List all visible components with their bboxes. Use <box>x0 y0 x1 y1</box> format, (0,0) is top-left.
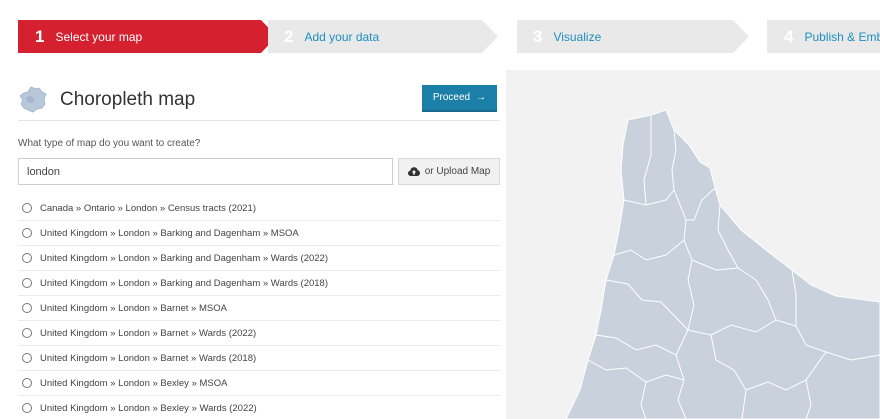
option-label: Canada » Ontario » London » Census tract… <box>40 202 256 214</box>
step-select-map[interactable]: 1 Select your map <box>18 20 277 53</box>
option-label: United Kingdom » London » Bexley » MSOA <box>40 377 228 389</box>
list-item[interactable]: United Kingdom » London » Barking and Da… <box>18 221 500 246</box>
option-label: United Kingdom » London » Bexley » Wards… <box>40 402 257 414</box>
step-number: 2 <box>284 26 294 46</box>
wizard-steps: 1 Select your map 2 Add your data 3 Visu… <box>0 0 880 70</box>
map-region-shape <box>565 109 880 419</box>
map-type-question: What type of map do you want to create? <box>18 138 201 149</box>
radio-button[interactable] <box>22 303 32 313</box>
list-item[interactable]: United Kingdom » London » Bexley » Wards… <box>18 396 500 419</box>
list-item[interactable]: United Kingdom » London » Bexley » MSOA <box>18 371 500 396</box>
step-add-data[interactable]: 2 Add your data <box>268 20 498 53</box>
map-selection-panel: Choropleth map Proceed → What type of ma… <box>0 70 506 419</box>
step-label: Publish & Embe <box>804 29 880 44</box>
france-map-icon <box>19 86 47 113</box>
option-label: United Kingdom » London » Barnet » MSOA <box>40 302 227 314</box>
radio-button[interactable] <box>22 403 32 413</box>
radio-button[interactable] <box>22 378 32 388</box>
list-item[interactable]: Canada » Ontario » London » Census tract… <box>18 196 500 221</box>
map-preview-panel <box>506 70 880 419</box>
map-search-input[interactable] <box>18 158 393 185</box>
step-publish[interactable]: 4 Publish & Embe <box>767 20 880 53</box>
option-label: United Kingdom » London » Barnet » Wards… <box>40 327 257 339</box>
step-number: 4 <box>784 26 794 46</box>
step-number: 3 <box>533 26 543 46</box>
step-label: Add your data <box>304 29 380 44</box>
option-label: United Kingdom » London » Barking and Da… <box>40 252 328 264</box>
map-preview <box>565 109 880 419</box>
list-item[interactable]: United Kingdom » London » Barnet » MSOA <box>18 296 500 321</box>
radio-button[interactable] <box>22 353 32 363</box>
option-label: United Kingdom » London » Barking and Da… <box>40 227 299 239</box>
map-options-list: Canada » Ontario » London » Census tract… <box>18 196 500 419</box>
option-label: United Kingdom » London » Barking and Da… <box>40 277 328 289</box>
list-item[interactable]: United Kingdom » London » Barnet » Wards… <box>18 346 500 371</box>
arrow-right-icon: → <box>476 92 487 103</box>
divider <box>18 120 500 121</box>
upload-map-button[interactable]: or Upload Map <box>398 158 500 185</box>
radio-button[interactable] <box>22 203 32 213</box>
step-visualize[interactable]: 3 Visualize <box>517 20 749 53</box>
radio-button[interactable] <box>22 253 32 263</box>
upload-label: or Upload Map <box>424 166 491 177</box>
radio-button[interactable] <box>22 328 32 338</box>
step-label: Select your map <box>55 29 143 44</box>
list-item[interactable]: United Kingdom » London » Barnet » Wards… <box>18 321 500 346</box>
step-number: 1 <box>35 26 45 46</box>
cloud-upload-icon <box>407 166 420 176</box>
page-title: Choropleth map <box>60 89 196 110</box>
radio-button[interactable] <box>22 228 32 238</box>
list-item[interactable]: United Kingdom » London » Barking and Da… <box>18 271 500 296</box>
option-label: United Kingdom » London » Barnet » Wards… <box>40 352 257 364</box>
radio-button[interactable] <box>22 278 32 288</box>
list-item[interactable]: United Kingdom » London » Barking and Da… <box>18 246 500 271</box>
proceed-label: Proceed <box>432 92 471 103</box>
step-label: Visualize <box>553 29 602 44</box>
panel-header: Choropleth map Proceed → <box>18 83 500 121</box>
proceed-button[interactable]: Proceed → <box>422 85 497 112</box>
